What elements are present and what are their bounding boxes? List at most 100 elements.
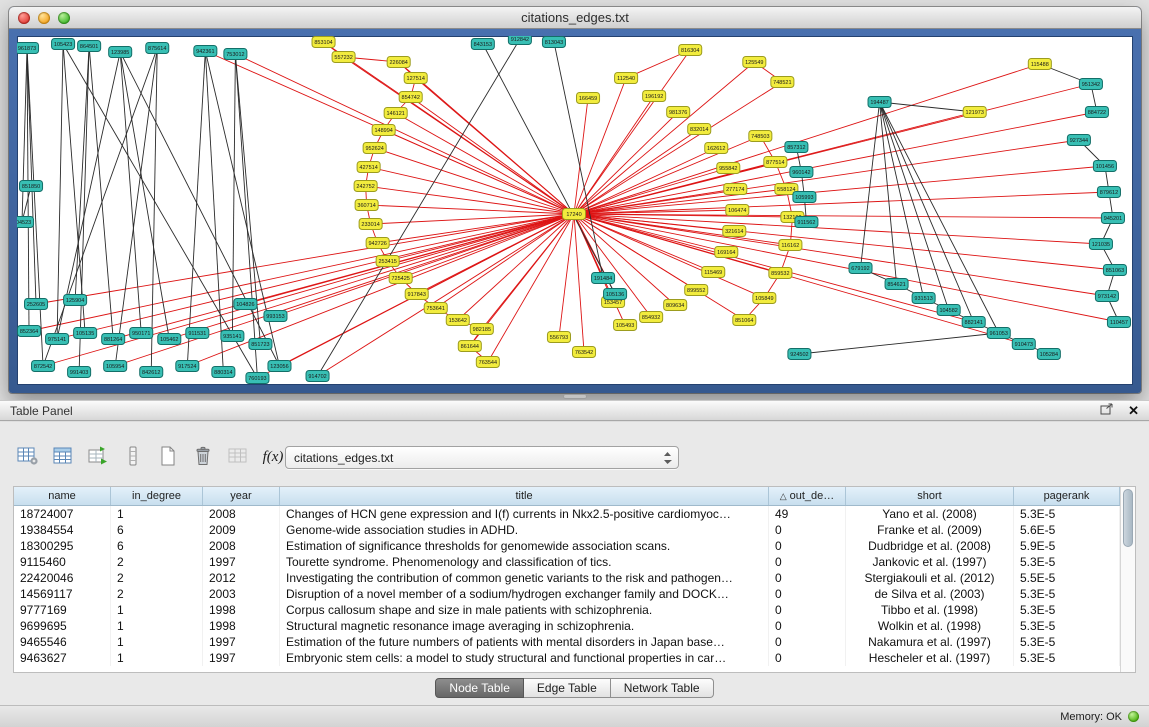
graph-node[interactable]: 725425 bbox=[389, 273, 412, 284]
minimize-window-button[interactable] bbox=[38, 12, 50, 24]
graph-node[interactable]: 914702 bbox=[306, 371, 329, 382]
graph-node[interactable]: 899552 bbox=[685, 285, 708, 296]
graph-node[interactable]: 226084 bbox=[387, 57, 410, 68]
graph-node[interactable]: 951342 bbox=[1079, 79, 1102, 90]
table-row[interactable]: 946554611997Estimation of the future num… bbox=[14, 634, 1120, 650]
graph-node[interactable]: 162612 bbox=[705, 143, 728, 154]
tab-node-table[interactable]: Node Table bbox=[435, 678, 524, 698]
graph-node[interactable]: 911562 bbox=[795, 217, 818, 228]
graph-node[interactable]: 851063 bbox=[1103, 265, 1126, 276]
float-panel-button[interactable] bbox=[1100, 403, 1114, 418]
graph-node[interactable]: 105849 bbox=[753, 293, 776, 304]
graph-node[interactable]: 104523 bbox=[17, 217, 34, 228]
column-header-year[interactable]: year bbox=[203, 487, 280, 505]
graph-node[interactable]: 917524 bbox=[176, 361, 199, 372]
table-row[interactable]: 1872400712008Changes of HCN gene express… bbox=[14, 506, 1120, 522]
graph-node[interactable]: 166459 bbox=[577, 93, 600, 104]
graph-node[interactable]: 191484 bbox=[592, 273, 615, 284]
graph-node[interactable]: 882141 bbox=[962, 317, 985, 328]
graph-node[interactable]: 105284 bbox=[1037, 349, 1060, 360]
graph-node[interactable]: 935141 bbox=[221, 331, 244, 342]
graph-node[interactable]: 981376 bbox=[667, 107, 690, 118]
tab-edge-table[interactable]: Edge Table bbox=[524, 678, 611, 698]
graph-node[interactable]: 875614 bbox=[146, 43, 169, 54]
column-header-name[interactable]: name bbox=[14, 487, 111, 505]
table-disabled-button[interactable] bbox=[224, 444, 252, 470]
graph-node[interactable]: 110457 bbox=[1107, 317, 1130, 328]
graph-node[interactable]: 233014 bbox=[359, 219, 382, 230]
table-row[interactable]: 946362711997Embryonic stem cells: a mode… bbox=[14, 650, 1120, 666]
graph-node[interactable]: 853104 bbox=[312, 37, 335, 48]
graph-node[interactable]: 843153 bbox=[471, 39, 494, 50]
table-row[interactable]: 969969511998Structural magnetic resonanc… bbox=[14, 618, 1120, 634]
scrollbar-thumb[interactable] bbox=[1123, 489, 1133, 547]
graph-node[interactable]: 253415 bbox=[376, 256, 399, 267]
graph-node[interactable]: 809634 bbox=[664, 300, 687, 311]
graph-node[interactable]: 105135 bbox=[74, 328, 97, 339]
graph-node[interactable]: 753641 bbox=[424, 303, 447, 314]
window-titlebar[interactable]: citations_edges.txt bbox=[9, 7, 1141, 29]
graph-node[interactable]: 105423 bbox=[52, 39, 75, 50]
graph-node[interactable]: 360714 bbox=[355, 200, 378, 211]
column-header-pagerank[interactable]: pagerank bbox=[1014, 487, 1120, 505]
graph-node[interactable]: 105136 bbox=[604, 289, 627, 300]
column-header-in_degree[interactable]: in_degree bbox=[111, 487, 203, 505]
show-columns-button[interactable] bbox=[49, 444, 77, 470]
graph-node[interactable]: 991403 bbox=[68, 367, 91, 378]
graph-node[interactable]: 321614 bbox=[723, 226, 746, 237]
graph-node[interactable]: 146121 bbox=[384, 108, 407, 119]
graph-node[interactable]: 242752 bbox=[354, 181, 377, 192]
graph-node[interactable]: 115469 bbox=[702, 267, 725, 278]
graph-node[interactable]: 123985 bbox=[109, 47, 132, 58]
graph-node[interactable]: 127514 bbox=[404, 73, 427, 84]
graph-node[interactable]: 877514 bbox=[764, 157, 787, 168]
graph-node[interactable]: 196192 bbox=[643, 91, 666, 102]
graph-node[interactable]: 153642 bbox=[446, 315, 469, 326]
table-scrollbar[interactable] bbox=[1120, 487, 1135, 672]
graph-node[interactable]: 881264 bbox=[102, 334, 125, 345]
graph-node[interactable]: 912842 bbox=[508, 36, 531, 45]
table-mode-button[interactable] bbox=[14, 444, 42, 470]
graph-node[interactable]: 852364 bbox=[18, 326, 41, 337]
table-row[interactable]: 911546021997Tourette syndrome. Phenomeno… bbox=[14, 554, 1120, 570]
graph-node[interactable]: 842612 bbox=[140, 367, 163, 378]
graph-node[interactable]: 851064 bbox=[733, 315, 756, 326]
graph-node[interactable]: 252605 bbox=[25, 299, 48, 310]
graph-node[interactable]: 125549 bbox=[743, 57, 766, 68]
graph-node[interactable]: 760193 bbox=[246, 373, 269, 384]
graph-node[interactable]: 813043 bbox=[542, 37, 565, 48]
graph-node[interactable]: 857312 bbox=[785, 142, 808, 153]
graph-node[interactable]: 861644 bbox=[458, 341, 481, 352]
graph-node[interactable]: 832014 bbox=[688, 124, 711, 135]
tab-network-table[interactable]: Network Table bbox=[611, 678, 714, 698]
graph-node[interactable]: 851850 bbox=[20, 181, 43, 192]
column-header-title[interactable]: title bbox=[280, 487, 769, 505]
graph-node[interactable]: 975141 bbox=[46, 334, 69, 345]
graph-node[interactable]: 753012 bbox=[224, 49, 247, 60]
graph-node[interactable]: 973142 bbox=[1095, 291, 1118, 302]
graph-node[interactable]: 931513 bbox=[912, 293, 935, 304]
graph-node[interactable]: 121973 bbox=[963, 107, 986, 118]
graph-node[interactable]: 125904 bbox=[64, 295, 87, 306]
graph-node[interactable]: 748521 bbox=[771, 77, 794, 88]
graph-node[interactable]: 851723 bbox=[249, 339, 272, 350]
graph-node[interactable]: 816304 bbox=[679, 45, 702, 56]
graph-node[interactable]: 277174 bbox=[724, 184, 747, 195]
graph-node[interactable]: 105993 bbox=[793, 192, 816, 203]
graph-node[interactable]: 105493 bbox=[614, 320, 637, 331]
new-table-button[interactable] bbox=[154, 444, 182, 470]
graph-node[interactable]: 924502 bbox=[788, 349, 811, 360]
graph-node[interactable]: 942726 bbox=[366, 238, 389, 249]
graph-node[interactable]: 950171 bbox=[130, 328, 153, 339]
graph-node[interactable]: 105462 bbox=[158, 334, 181, 345]
network-select-dropdown[interactable]: citations_edges.txt bbox=[285, 446, 679, 469]
graph-node[interactable]: 961053 bbox=[987, 328, 1010, 339]
graph-node[interactable]: 763544 bbox=[476, 357, 499, 368]
graph-node[interactable]: 880314 bbox=[212, 367, 235, 378]
graph-node[interactable]: 917843 bbox=[405, 289, 428, 300]
graph-node[interactable]: 879612 bbox=[1097, 187, 1120, 198]
graph-node[interactable]: 121035 bbox=[1089, 239, 1112, 250]
graph-node[interactable]: 961873 bbox=[17, 43, 39, 54]
table-row[interactable]: 1456911722003Disruption of a novel membe… bbox=[14, 586, 1120, 602]
close-panel-button[interactable]: ✕ bbox=[1128, 404, 1139, 417]
